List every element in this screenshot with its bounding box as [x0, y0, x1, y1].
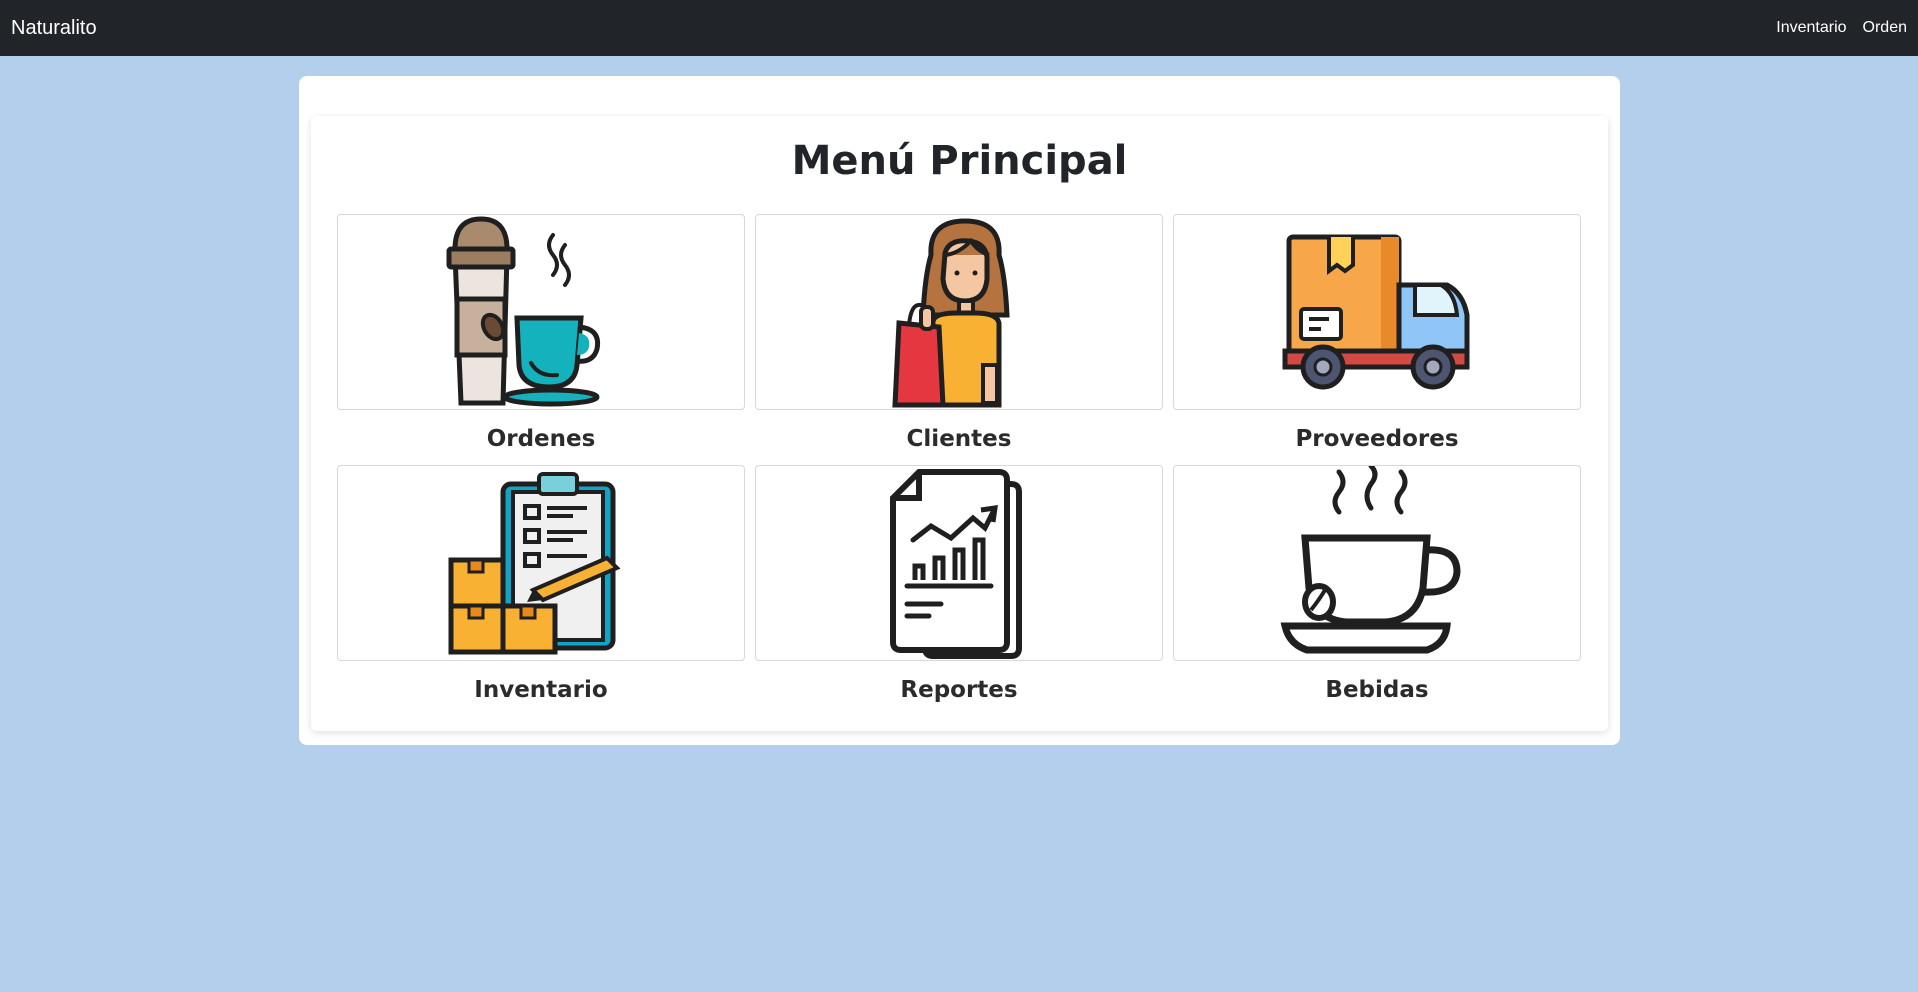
tile-image-frame[interactable] [337, 214, 745, 410]
tile-image-frame[interactable] [755, 465, 1163, 661]
top-navbar: Naturalito Inventario Orden [0, 0, 1918, 56]
tile-clientes[interactable]: Clientes [755, 214, 1163, 455]
tile-image-frame[interactable] [755, 214, 1163, 410]
main-card: Menú Principal Ordenes Clientes Proveedo… [299, 76, 1620, 745]
tile-label: Proveedores [1295, 426, 1459, 452]
tile-label: Inventario [474, 677, 608, 703]
customer-shopping-icon [892, 218, 1010, 408]
tile-image-frame[interactable] [1173, 465, 1581, 661]
tile-image-frame[interactable] [337, 465, 745, 661]
nav-link-orden[interactable]: Orden [1863, 19, 1907, 37]
tile-ordenes[interactable]: Ordenes [337, 214, 745, 455]
tile-label: Clientes [906, 426, 1012, 452]
tile-image-frame[interactable] [1173, 214, 1581, 410]
coffee-cups-icon [446, 216, 601, 407]
tile-bebidas[interactable]: Bebidas [1173, 465, 1581, 706]
nav-link-inventario[interactable]: Inventario [1776, 19, 1846, 37]
report-chart-icon [890, 469, 1022, 659]
menu-grid: Ordenes Clientes Proveedores Inventario … [337, 214, 1581, 706]
menu-card: Menú Principal Ordenes Clientes Proveedo… [311, 116, 1608, 731]
brand-link[interactable]: Naturalito [11, 17, 97, 40]
tile-proveedores[interactable]: Proveedores [1173, 214, 1581, 455]
hot-cup-icon [1280, 466, 1461, 654]
tile-inventario[interactable]: Inventario [337, 465, 745, 706]
delivery-truck-icon [1282, 234, 1470, 390]
tile-label: Bebidas [1325, 677, 1429, 703]
nav-links: Inventario Orden [1776, 19, 1907, 37]
page-title: Menú Principal [791, 138, 1128, 184]
tile-label: Ordenes [486, 426, 596, 452]
tile-reportes[interactable]: Reportes [755, 465, 1163, 706]
tile-label: Reportes [900, 677, 1018, 703]
inventory-clipboard-icon [448, 472, 621, 655]
